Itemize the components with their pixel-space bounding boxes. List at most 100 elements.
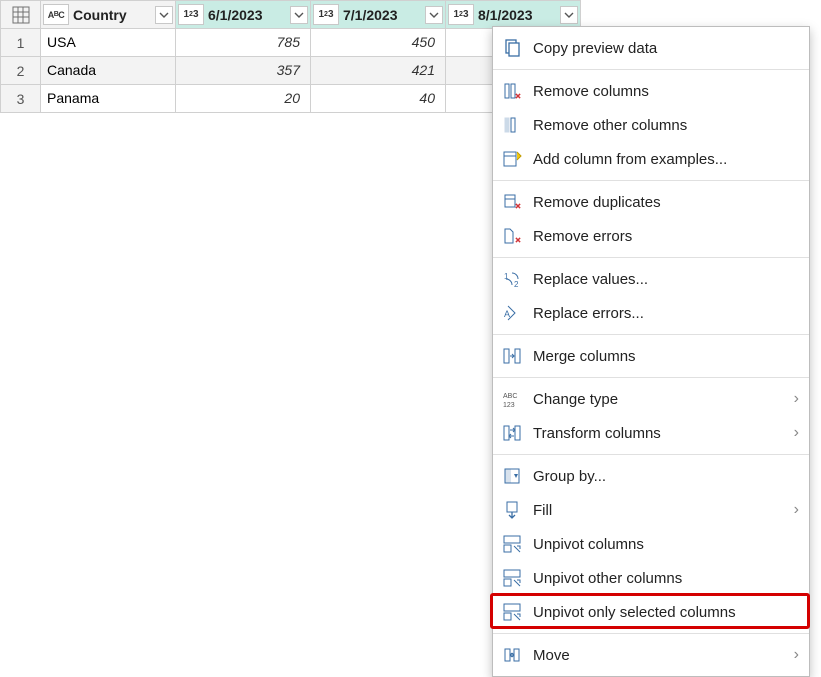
menu-item-fill[interactable]: Fill ›	[493, 493, 809, 527]
merge-icon	[501, 345, 523, 367]
cell[interactable]: 421	[311, 57, 446, 85]
cell[interactable]: 20	[176, 85, 311, 113]
column-header-country[interactable]: ABC Country	[41, 1, 176, 29]
svg-text:123: 123	[503, 402, 515, 409]
type-number-icon: 123	[313, 4, 339, 25]
chevron-right-icon: ›	[794, 501, 799, 519]
column-context-menu: Copy preview data Remove columns Remove ot…	[492, 26, 810, 677]
menu-separator	[493, 69, 809, 70]
menu-item-label: Remove columns	[533, 83, 799, 100]
chevron-down-icon	[159, 10, 169, 20]
remove-col-icon	[501, 80, 523, 102]
menu-item-remove-other[interactable]: Remove other columns	[493, 108, 809, 142]
row-number[interactable]: 1	[1, 29, 41, 57]
menu-item-label: Remove duplicates	[533, 194, 799, 211]
remove-other-icon	[501, 114, 523, 136]
menu-separator	[493, 257, 809, 258]
menu-item-replace-values[interactable]: 12 Replace values...	[493, 262, 809, 296]
menu-item-copy-preview[interactable]: Copy preview data	[493, 31, 809, 65]
column-header-date3[interactable]: 123 8/1/2023	[446, 1, 581, 29]
menu-item-merge-columns[interactable]: Merge columns	[493, 339, 809, 373]
unpivot-icon	[501, 567, 523, 589]
chevron-right-icon: ›	[794, 424, 799, 442]
menu-item-label: Replace errors...	[533, 305, 799, 322]
column-name: Country	[71, 7, 153, 23]
cell[interactable]: 40	[311, 85, 446, 113]
menu-item-label: Fill	[533, 502, 784, 519]
move-icon	[501, 644, 523, 666]
menu-item-remove-errors[interactable]: Remove errors	[493, 219, 809, 253]
dedup-icon	[501, 191, 523, 213]
svg-text:2: 2	[514, 280, 519, 289]
column-name: 8/1/2023	[476, 7, 558, 23]
replace-val-icon: 12	[501, 268, 523, 290]
menu-separator	[493, 334, 809, 335]
rm-errors-icon	[501, 225, 523, 247]
filter-button[interactable]	[425, 6, 443, 24]
menu-item-label: Remove errors	[533, 228, 799, 245]
menu-item-change-type[interactable]: ABC 123 Change type ›	[493, 382, 809, 416]
cell[interactable]: 785	[176, 29, 311, 57]
replace-err-icon: A	[501, 302, 523, 324]
menu-separator	[493, 633, 809, 634]
transform-icon	[501, 422, 523, 444]
menu-item-label: Replace values...	[533, 271, 799, 288]
select-all-corner[interactable]	[1, 1, 41, 29]
cell[interactable]: 450	[311, 29, 446, 57]
cell[interactable]: Panama	[41, 85, 176, 113]
abc123-icon: ABC 123	[501, 388, 523, 410]
groupby-icon	[501, 465, 523, 487]
chevron-down-icon	[294, 10, 304, 20]
menu-item-unpivot-other[interactable]: Unpivot other columns	[493, 561, 809, 595]
menu-item-label: Transform columns	[533, 425, 784, 442]
table-icon	[1, 1, 40, 28]
type-number-icon: 123	[448, 4, 474, 25]
menu-item-remove-duplicates[interactable]: Remove duplicates	[493, 185, 809, 219]
menu-item-label: Copy preview data	[533, 40, 799, 57]
menu-item-add-from-examples[interactable]: Add column from examples...	[493, 142, 809, 176]
row-number[interactable]: 3	[1, 85, 41, 113]
unpivot-icon	[501, 601, 523, 623]
menu-item-label: Unpivot columns	[533, 536, 799, 553]
menu-item-label: Unpivot other columns	[533, 570, 799, 587]
chevron-down-icon	[429, 10, 439, 20]
cell[interactable]: USA	[41, 29, 176, 57]
svg-text:ABC: ABC	[503, 393, 517, 400]
menu-item-label: Add column from examples...	[533, 151, 799, 168]
menu-item-replace-errors[interactable]: A Replace errors...	[493, 296, 809, 330]
menu-item-unpivot-columns[interactable]: Unpivot columns	[493, 527, 809, 561]
unpivot-icon	[501, 533, 523, 555]
menu-item-label: Change type	[533, 391, 784, 408]
copy-icon	[501, 37, 523, 59]
column-header-date2[interactable]: 123 7/1/2023	[311, 1, 446, 29]
row-number[interactable]: 2	[1, 57, 41, 85]
fill-icon	[501, 499, 523, 521]
menu-item-remove-columns[interactable]: Remove columns	[493, 74, 809, 108]
chevron-down-icon	[564, 10, 574, 20]
menu-item-group-by[interactable]: Group by...	[493, 459, 809, 493]
menu-separator	[493, 180, 809, 181]
type-number-icon: 123	[178, 4, 204, 25]
chevron-right-icon: ›	[794, 646, 799, 664]
cell[interactable]: 357	[176, 57, 311, 85]
menu-item-unpivot-only[interactable]: Unpivot only selected columns	[493, 595, 809, 629]
menu-separator	[493, 454, 809, 455]
filter-button[interactable]	[155, 6, 173, 24]
svg-text:A: A	[504, 309, 510, 319]
menu-item-move[interactable]: Move›	[493, 638, 809, 672]
column-name: 7/1/2023	[341, 7, 423, 23]
menu-item-label: Remove other columns	[533, 117, 799, 134]
column-name: 6/1/2023	[206, 7, 288, 23]
type-text-icon: ABC	[43, 4, 69, 25]
column-header-date1[interactable]: 123 6/1/2023	[176, 1, 311, 29]
menu-item-label: Merge columns	[533, 348, 799, 365]
menu-item-label: Group by...	[533, 468, 799, 485]
filter-button[interactable]	[290, 6, 308, 24]
cell[interactable]: Canada	[41, 57, 176, 85]
chevron-right-icon: ›	[794, 390, 799, 408]
menu-item-label: Unpivot only selected columns	[533, 604, 799, 621]
filter-button[interactable]	[560, 6, 578, 24]
menu-separator	[493, 377, 809, 378]
menu-item-transform-columns[interactable]: Transform columns ›	[493, 416, 809, 450]
add-example-icon	[501, 148, 523, 170]
